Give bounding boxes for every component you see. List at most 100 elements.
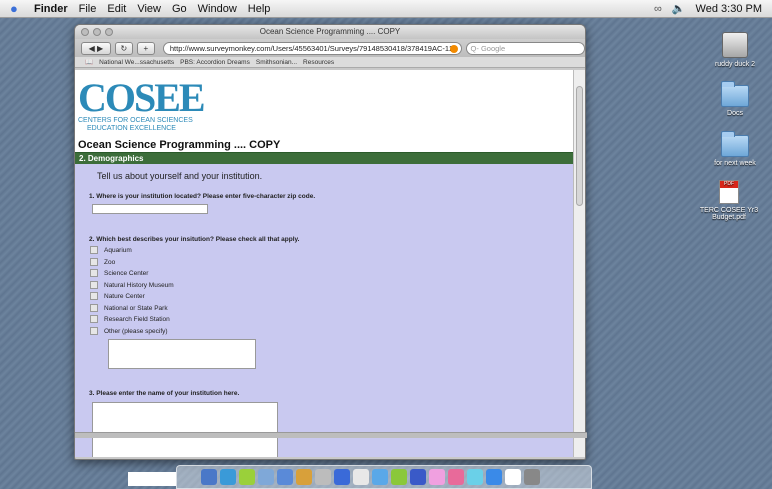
checkbox[interactable]	[90, 258, 98, 266]
ical-dock-icon[interactable]	[334, 469, 350, 485]
icon-label: TERC COSEE Yr3 Budget.pdf	[699, 207, 759, 221]
pen-dock-icon[interactable]	[258, 469, 274, 485]
scroll-thumb[interactable]	[576, 86, 583, 206]
clock-dock-icon[interactable]	[486, 469, 502, 485]
option-other[interactable]: Other (please specify)	[90, 326, 168, 336]
pdf-icon	[719, 180, 739, 204]
menubar: ● Finder File Edit View Go Window Help ∞…	[0, 0, 772, 18]
option-label: Natural History Museum	[104, 281, 174, 289]
bookmarks-bar: 📖 National We...ssachusetts PBS: Accordi…	[75, 57, 585, 68]
option-label: National or State Park	[104, 304, 168, 312]
option-research-field-station[interactable]: Research Field Station	[90, 314, 170, 324]
zip-code-input[interactable]	[92, 204, 208, 214]
address-bar[interactable]: http://www.surveymonkey.com/Users/455634…	[162, 41, 462, 55]
trash-icon[interactable]	[524, 469, 540, 485]
calculator-dock-icon[interactable]	[353, 469, 369, 485]
checkbox[interactable]	[90, 246, 98, 254]
option-natural-history-museum[interactable]: Natural History Museum	[90, 280, 174, 290]
document-dock-icon[interactable]	[505, 469, 521, 485]
volume-icon[interactable]: 🔈	[672, 2, 686, 15]
bookmark-item[interactable]: National We...ssachusetts	[99, 59, 174, 66]
option-national-state-park[interactable]: National or State Park	[90, 303, 168, 313]
page-content: COSEE CENTERS FOR OCEAN SCIENCES EDUCATI…	[75, 70, 575, 457]
browser-toolbar: ◀ ▶ ↻ + http://www.surveymonkey.com/User…	[75, 39, 585, 57]
cosee-header: COSEE CENTERS FOR OCEAN SCIENCES EDUCATI…	[75, 70, 575, 137]
app-menu-finder[interactable]: Finder	[34, 3, 68, 15]
menubar-clock[interactable]: Wed 3:30 PM	[696, 3, 762, 15]
option-science-center[interactable]: Science Center	[90, 268, 148, 278]
sync-dock-icon[interactable]	[467, 469, 483, 485]
bookmark-item[interactable]: PBS: Accordion Dreams	[180, 59, 250, 66]
rss-icon[interactable]	[449, 44, 458, 53]
add-bookmark-button[interactable]: +	[136, 41, 155, 55]
address-text: http://www.surveymonkey.com/Users/455634…	[169, 43, 458, 53]
question-1: 1. Where is your institution located? Pl…	[89, 193, 316, 200]
menu-help[interactable]: Help	[248, 3, 271, 15]
dock	[176, 465, 592, 489]
checkbox[interactable]	[90, 269, 98, 277]
desktop-icon-docs[interactable]: Docs	[700, 81, 770, 117]
search-field[interactable]: Q- Google	[465, 41, 585, 55]
option-label: Nature Center	[104, 292, 145, 300]
safari-dock-icon[interactable]	[315, 469, 331, 485]
minimize-button[interactable]	[93, 28, 101, 36]
bookmark-item[interactable]: Resources	[303, 59, 334, 66]
question-3: 3. Please enter the name of your institu…	[89, 390, 240, 397]
back-forward-button[interactable]: ◀ ▶	[81, 41, 111, 55]
icon-label: Docs	[727, 110, 743, 117]
window-titlebar[interactable]: Ocean Science Programming .... COPY	[75, 25, 585, 39]
window-bottom-bar	[75, 432, 587, 438]
ie-dock-icon[interactable]	[220, 469, 236, 485]
zoom-button[interactable]	[105, 28, 113, 36]
reload-button[interactable]: ↻	[114, 41, 133, 55]
survey-title: Ocean Science Programming .... COPY	[78, 139, 281, 151]
iphoto-dock-icon[interactable]	[410, 469, 426, 485]
app-dock-icon[interactable]	[448, 469, 464, 485]
folder-icon	[721, 131, 749, 157]
book-icon[interactable]: 📖	[85, 58, 93, 66]
desktop-icon-pdf[interactable]: TERC COSEE Yr3 Budget.pdf	[694, 180, 764, 221]
search-placeholder: Q- Google	[470, 43, 506, 53]
menu-window[interactable]: Window	[198, 3, 237, 15]
browser-window: Ocean Science Programming .... COPY ◀ ▶ …	[74, 24, 586, 460]
checkbox[interactable]	[90, 315, 98, 323]
finder-dock-icon[interactable]	[201, 469, 217, 485]
dock-left-area	[128, 472, 176, 486]
mail-dock-icon[interactable]	[277, 469, 293, 485]
menu-edit[interactable]: Edit	[107, 3, 126, 15]
question-2: 2. Which best describes your insitution?…	[89, 236, 300, 243]
survey-form: Tell us about yourself and your institut…	[75, 164, 575, 457]
option-zoo[interactable]: Zoo	[90, 257, 115, 267]
option-nature-center[interactable]: Nature Center	[90, 291, 145, 301]
close-button[interactable]	[81, 28, 89, 36]
bookmark-item[interactable]: Smithsonian...	[256, 59, 297, 66]
itunes-dock-icon[interactable]	[239, 469, 255, 485]
logo-subtitle: CENTERS FOR OCEAN SCIENCES	[78, 117, 193, 124]
vertical-scrollbar[interactable]	[573, 70, 585, 457]
checkbox[interactable]	[90, 304, 98, 312]
option-label: Zoo	[104, 258, 116, 266]
desktop-icon-disk[interactable]: ruddy duck 2	[700, 32, 770, 68]
bluetooth-icon[interactable]: ∞	[654, 3, 662, 15]
menu-view[interactable]: View	[137, 3, 161, 15]
checkbox[interactable]	[90, 281, 98, 289]
preview-dock-icon[interactable]	[372, 469, 388, 485]
other-specify-textarea[interactable]	[108, 339, 256, 369]
logo-subtitle-2: EDUCATION EXCELLENCE	[87, 125, 176, 132]
checkbox[interactable]	[90, 292, 98, 300]
address-book-dock-icon[interactable]	[296, 469, 312, 485]
window-title: Ocean Science Programming .... COPY	[259, 27, 401, 36]
institution-name-textarea[interactable]	[92, 402, 278, 457]
desktop-icon-next-week[interactable]: for next week	[700, 131, 770, 167]
folder-icon	[721, 81, 749, 107]
cosee-logo[interactable]: COSEE	[78, 74, 206, 121]
menu-go[interactable]: Go	[172, 3, 187, 15]
word-dock-icon[interactable]	[391, 469, 407, 485]
intro-text: Tell us about yourself and your institut…	[97, 171, 263, 181]
apple-menu-icon[interactable]: ●	[10, 1, 28, 16]
menu-file[interactable]: File	[79, 3, 97, 15]
icon-label: ruddy duck 2	[714, 61, 756, 68]
checkbox[interactable]	[90, 327, 98, 335]
option-aquarium[interactable]: Aquarium	[90, 245, 132, 255]
powerpoint-dock-icon[interactable]	[429, 469, 445, 485]
